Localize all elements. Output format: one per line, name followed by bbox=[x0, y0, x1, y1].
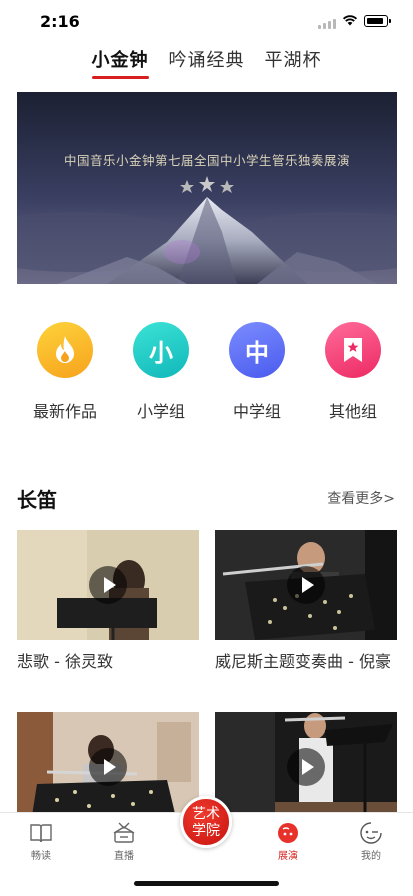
primary-icon: 小 bbox=[133, 322, 189, 378]
tab-profile-label: 我的 bbox=[361, 851, 381, 862]
category-secondary-label: 中学组 bbox=[232, 402, 281, 421]
tab-yinsong-jingdian[interactable]: 吟诵经典 bbox=[169, 44, 245, 84]
tab-perform[interactable]: 展演 bbox=[258, 821, 318, 862]
tab-read[interactable]: 畅读 bbox=[11, 821, 71, 862]
battery-icon bbox=[364, 15, 391, 27]
art-academy-label: 艺术学院 bbox=[192, 806, 220, 839]
category-primary[interactable]: 小 小学组 bbox=[113, 322, 209, 422]
video-thumbnail bbox=[215, 530, 397, 640]
category-latest-label: 最新作品 bbox=[32, 402, 97, 421]
home-indicator bbox=[134, 881, 279, 886]
book-icon bbox=[30, 824, 52, 843]
signal-icon bbox=[318, 19, 336, 29]
tab-pinghubei[interactable]: 平湖杯 bbox=[265, 44, 322, 84]
banner-image bbox=[17, 92, 397, 284]
status-bar: 2:16 bbox=[0, 0, 413, 44]
secondary-icon: 中 bbox=[229, 322, 285, 378]
video-title: 悲歌 - 徐灵致 bbox=[17, 652, 113, 671]
video-title: 威尼斯主题变奏曲 - 倪豪 bbox=[215, 652, 391, 671]
tab-read-label: 畅读 bbox=[31, 851, 51, 862]
banner-title: 中国音乐小金钟第七届全国中小学生管乐独奏展演 bbox=[63, 153, 350, 168]
video-thumbnail bbox=[17, 530, 199, 640]
bookmark-star-icon bbox=[325, 322, 381, 378]
video-card[interactable]: 悲歌 - 徐灵致 bbox=[17, 530, 199, 674]
perform-icon bbox=[278, 823, 298, 843]
category-latest[interactable]: 最新作品 bbox=[17, 322, 113, 422]
play-icon[interactable] bbox=[287, 748, 325, 786]
category-other-label: 其他组 bbox=[328, 402, 377, 421]
tv-icon bbox=[113, 822, 135, 843]
profile-icon bbox=[360, 822, 382, 844]
see-more-link[interactable]: 查看更多> bbox=[327, 488, 395, 508]
play-icon[interactable] bbox=[89, 566, 127, 604]
category-primary-label: 小学组 bbox=[136, 402, 185, 421]
video-thumbnail bbox=[17, 712, 199, 822]
category-secondary[interactable]: 中 中学组 bbox=[209, 322, 305, 422]
video-thumbnail bbox=[215, 712, 397, 822]
video-card[interactable]: 威尼斯主题变奏曲 - 倪豪 bbox=[215, 530, 397, 674]
tab-profile[interactable]: 我的 bbox=[341, 821, 401, 862]
play-icon[interactable] bbox=[287, 566, 325, 604]
tab-live-label: 直播 bbox=[114, 851, 134, 862]
tab-xiaojinzhong[interactable]: 小金钟 bbox=[91, 44, 149, 84]
art-academy-button[interactable]: 艺术学院 bbox=[180, 796, 232, 848]
section-title: 长笛 bbox=[17, 488, 57, 512]
category-row: 最新作品 小 小学组 中 中学组 其他组 bbox=[0, 322, 413, 422]
tab-live[interactable]: 直播 bbox=[94, 821, 154, 862]
play-icon[interactable] bbox=[89, 748, 127, 786]
status-time: 2:16 bbox=[40, 12, 80, 31]
wifi-icon bbox=[342, 15, 358, 26]
category-other[interactable]: 其他组 bbox=[305, 322, 401, 422]
tab-perform-label: 展演 bbox=[278, 851, 298, 862]
banner-carousel[interactable]: 中国音乐小金钟第七届全国中小学生管乐独奏展演 bbox=[17, 92, 397, 284]
flame-icon bbox=[37, 322, 93, 378]
top-tabs: 小金钟 吟诵经典 平湖杯 bbox=[0, 44, 413, 84]
